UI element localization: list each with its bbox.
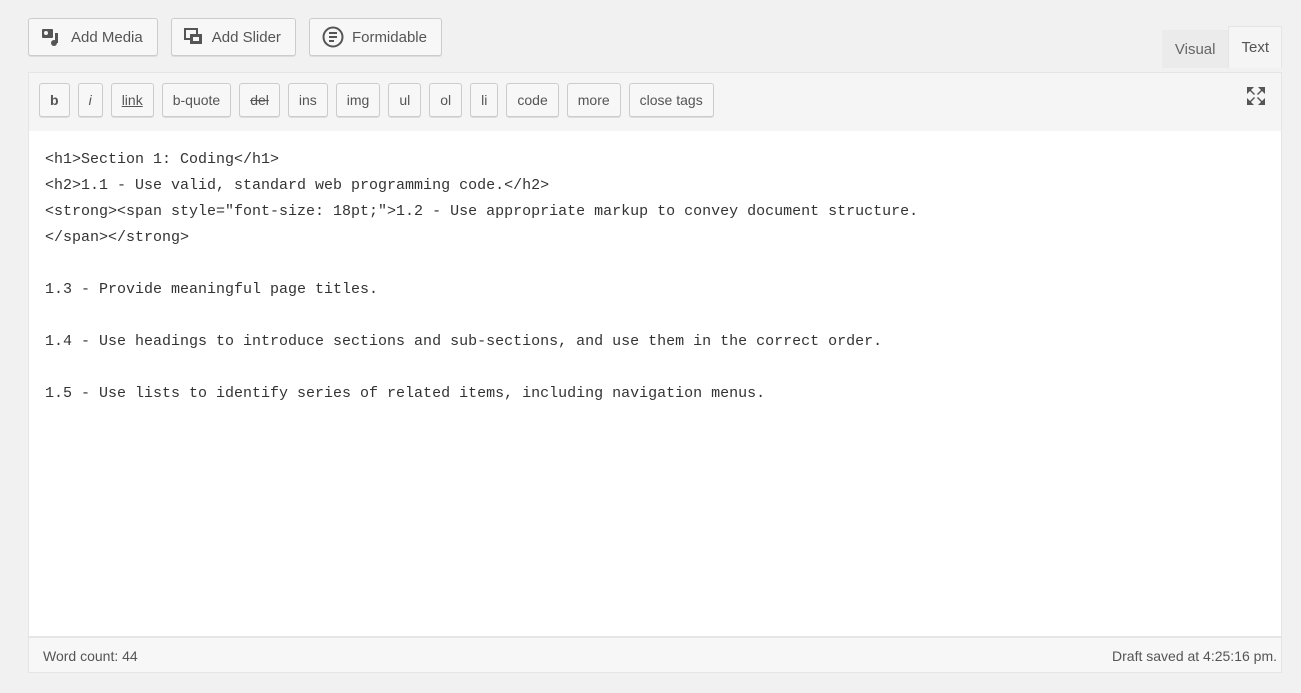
close-tags-button[interactable]: close tags (628, 83, 714, 117)
media-buttons: Add Media Add Slider Formidable (28, 18, 442, 56)
ol-button[interactable]: ol (429, 83, 463, 117)
word-count: Word count: 44 (43, 648, 138, 664)
content-line: 1.3 - Provide meaningful page titles. (45, 281, 379, 298)
blockquote-button[interactable]: b-quote (161, 83, 232, 117)
add-media-label: Add Media (71, 28, 143, 46)
italic-button[interactable]: i (77, 83, 103, 117)
del-button[interactable]: del (239, 83, 280, 117)
content-line: <strong><span style="font-size: 18pt;">1… (45, 203, 919, 220)
add-media-button[interactable]: Add Media (28, 18, 158, 56)
quicktags-toolbar: b i link b-quote del ins img ul ol li co… (28, 72, 1282, 132)
ul-button[interactable]: ul (388, 83, 422, 117)
img-button[interactable]: img (335, 83, 381, 117)
text-editor-area[interactable]: <h1>Section 1: Coding</h1> <h2>1.1 - Use… (28, 131, 1282, 637)
editor-mode-tabs: Visual Text (1161, 26, 1282, 68)
add-slider-label: Add Slider (211, 28, 281, 46)
fullscreen-icon (1245, 85, 1267, 112)
link-button[interactable]: link (110, 83, 154, 117)
content-line (45, 251, 1265, 277)
fullscreen-button[interactable] (1243, 85, 1269, 111)
more-button[interactable]: more (566, 83, 621, 117)
tab-text[interactable]: Text (1228, 26, 1282, 68)
quicktags-buttons: b i link b-quote del ins img ul ol li co… (39, 83, 714, 117)
content-line: 1.4 - Use headings to introduce sections… (45, 333, 883, 350)
bold-button[interactable]: b (39, 83, 70, 117)
post-editor: Add Media Add Slider Formidable Visual T… (28, 10, 1282, 680)
content-line: </span></strong> (45, 229, 190, 246)
tab-visual[interactable]: Visual (1161, 30, 1229, 68)
add-slider-icon (183, 28, 204, 46)
ins-button[interactable]: ins (287, 83, 328, 117)
status-bar: Word count: 44 Draft saved at 4:25:16 pm… (28, 637, 1282, 673)
formidable-label: Formidable (351, 28, 427, 46)
code-button[interactable]: code (506, 83, 559, 117)
content-line (45, 355, 1265, 381)
draft-saved-status: Draft saved at 4:25:16 pm. (1112, 648, 1277, 664)
formidable-icon (322, 26, 344, 48)
content-line: <h1>Section 1: Coding</h1> (45, 151, 280, 168)
add-media-icon (41, 28, 63, 46)
content-line (45, 303, 1265, 329)
formidable-button[interactable]: Formidable (308, 18, 442, 56)
li-button[interactable]: li (470, 83, 499, 117)
content-line: 1.5 - Use lists to identify series of re… (45, 385, 766, 402)
add-slider-button[interactable]: Add Slider (170, 18, 296, 56)
content-line: <h2>1.1 - Use valid, standard web progra… (45, 177, 550, 194)
